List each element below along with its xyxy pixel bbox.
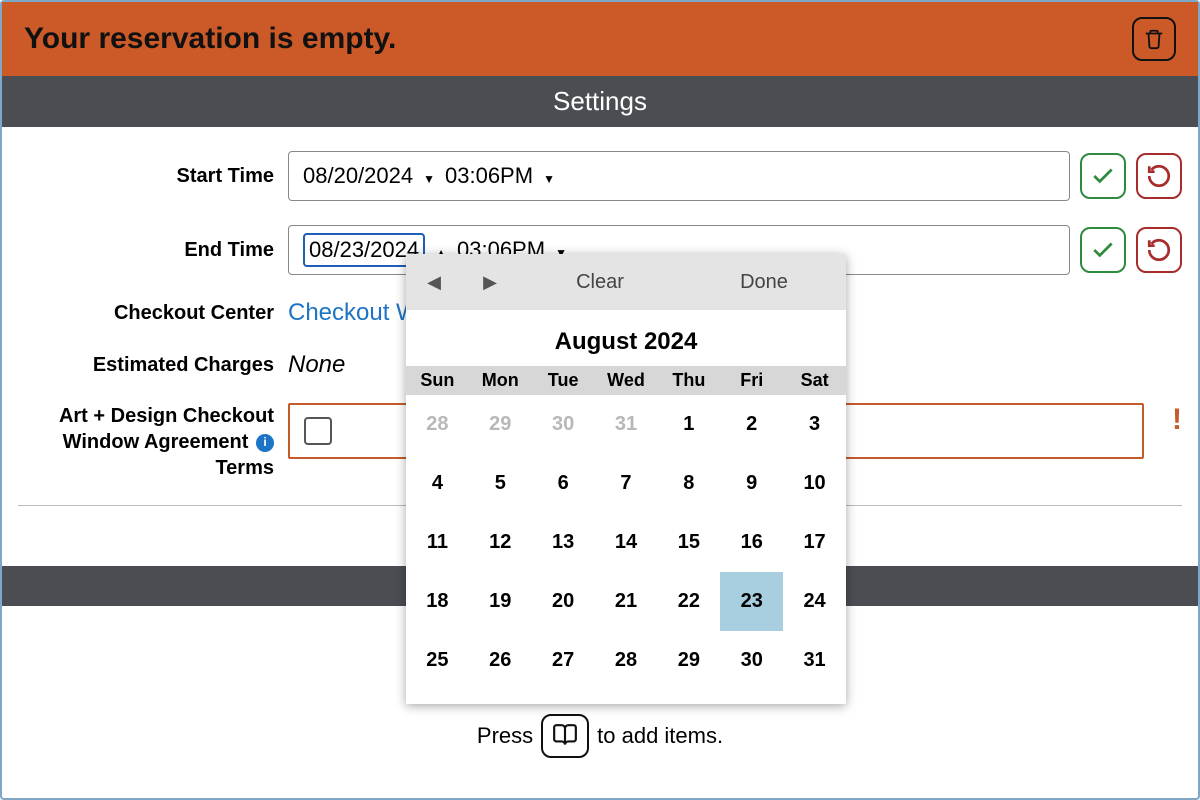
start-confirm-button[interactable] [1080, 153, 1126, 199]
calendar-dow: Wed [595, 366, 658, 395]
end-reset-button[interactable] [1136, 227, 1182, 273]
calendar-day[interactable]: 24 [783, 572, 846, 631]
calendar-dow: Sat [783, 366, 846, 395]
calendar-dow: Mon [469, 366, 532, 395]
calendar-day[interactable]: 30 [720, 631, 783, 690]
book-icon [551, 723, 579, 749]
start-time-dropdown-icon [539, 163, 559, 189]
calendar-dow: Thu [657, 366, 720, 395]
check-icon [1090, 163, 1116, 189]
settings-header: Settings [2, 76, 1198, 127]
calendar-day[interactable]: 9 [720, 454, 783, 513]
calendar-day[interactable]: 31 [595, 395, 658, 454]
add-items-prompt: Press to add items. [2, 714, 1198, 758]
calendar-day[interactable]: 1 [657, 395, 720, 454]
calendar-day[interactable]: 22 [657, 572, 720, 631]
calendar-dow: Tue [532, 366, 595, 395]
end-confirm-button[interactable] [1080, 227, 1126, 273]
estimated-charges-label: Estimated Charges [18, 354, 288, 377]
calendar-days-grid: 2829303112345678910111213141516171819202… [406, 395, 846, 690]
calendar-prev-button[interactable]: ◀ [406, 272, 462, 293]
calendar-day[interactable]: 23 [720, 572, 783, 631]
calendar-day[interactable]: 30 [532, 395, 595, 454]
start-datetime-input[interactable]: 08/20/2024 03:06PM [288, 151, 1070, 201]
calendar-done-button[interactable]: Done [682, 271, 846, 294]
calendar-day[interactable]: 27 [532, 631, 595, 690]
calendar-day[interactable]: 31 [783, 631, 846, 690]
calendar-day[interactable]: 26 [469, 631, 532, 690]
start-time-row: Start Time 08/20/2024 03:06PM [18, 151, 1182, 201]
date-picker-popover: ◀ ▶ Clear Done August 2024 SunMonTueWedT… [406, 254, 846, 704]
agreement-warning-icon: ! [1172, 403, 1182, 437]
calendar-day[interactable]: 18 [406, 572, 469, 631]
calendar-dow-row: SunMonTueWedThuFriSat [406, 366, 846, 395]
calendar-day[interactable]: 2 [720, 395, 783, 454]
calendar-day[interactable]: 29 [657, 631, 720, 690]
banner-title: Your reservation is empty. [24, 22, 396, 56]
calendar-day[interactable]: 8 [657, 454, 720, 513]
calendar-day[interactable]: 11 [406, 513, 469, 572]
empty-reservation-banner: Your reservation is empty. [2, 2, 1198, 76]
calendar-day[interactable]: 13 [532, 513, 595, 572]
undo-icon [1146, 237, 1172, 263]
add-items-button[interactable] [541, 714, 589, 758]
calendar-day[interactable]: 28 [595, 631, 658, 690]
info-icon[interactable]: i [256, 434, 274, 452]
calendar-toolbar: ◀ ▶ Clear Done [406, 254, 846, 310]
agreement-checkbox[interactable] [304, 417, 332, 445]
calendar-day[interactable]: 20 [532, 572, 595, 631]
calendar-day[interactable]: 21 [595, 572, 658, 631]
calendar-day[interactable]: 28 [406, 395, 469, 454]
checkout-center-label: Checkout Center [18, 302, 288, 325]
start-time-value: 03:06PM [445, 163, 533, 189]
add-items-suffix: to add items. [597, 723, 723, 749]
estimated-charges-value: None [288, 351, 345, 379]
calendar-day[interactable]: 10 [783, 454, 846, 513]
agreement-label-line1: Art + Design Checkout [18, 403, 274, 429]
calendar-day[interactable]: 4 [406, 454, 469, 513]
calendar-day[interactable]: 15 [657, 513, 720, 572]
delete-reservation-button[interactable] [1132, 17, 1176, 61]
end-time-label: End Time [18, 239, 288, 262]
add-items-prefix: Press [477, 723, 533, 749]
calendar-day[interactable]: 6 [532, 454, 595, 513]
trash-icon [1143, 27, 1165, 51]
calendar-day[interactable]: 14 [595, 513, 658, 572]
agreement-label-line2: Window Agreement i [18, 429, 274, 455]
calendar-clear-button[interactable]: Clear [518, 271, 682, 294]
agreement-label-line3: Terms [18, 455, 274, 481]
start-reset-button[interactable] [1136, 153, 1182, 199]
start-date-value: 08/20/2024 [303, 163, 413, 189]
calendar-day[interactable]: 19 [469, 572, 532, 631]
start-date-dropdown-icon [419, 163, 439, 189]
check-icon [1090, 237, 1116, 263]
calendar-day[interactable]: 3 [783, 395, 846, 454]
calendar-day[interactable]: 16 [720, 513, 783, 572]
calendar-day[interactable]: 12 [469, 513, 532, 572]
calendar-month-title: August 2024 [406, 310, 846, 366]
calendar-day[interactable]: 17 [783, 513, 846, 572]
start-time-label: Start Time [18, 165, 288, 188]
calendar-dow: Sun [406, 366, 469, 395]
agreement-label: Art + Design Checkout Window Agreement i… [18, 403, 288, 481]
calendar-day[interactable]: 25 [406, 631, 469, 690]
calendar-day[interactable]: 5 [469, 454, 532, 513]
undo-icon [1146, 163, 1172, 189]
calendar-day[interactable]: 7 [595, 454, 658, 513]
checkout-center-link[interactable]: Checkout W [288, 299, 419, 327]
calendar-next-button[interactable]: ▶ [462, 272, 518, 293]
calendar-dow: Fri [720, 366, 783, 395]
calendar-day[interactable]: 29 [469, 395, 532, 454]
